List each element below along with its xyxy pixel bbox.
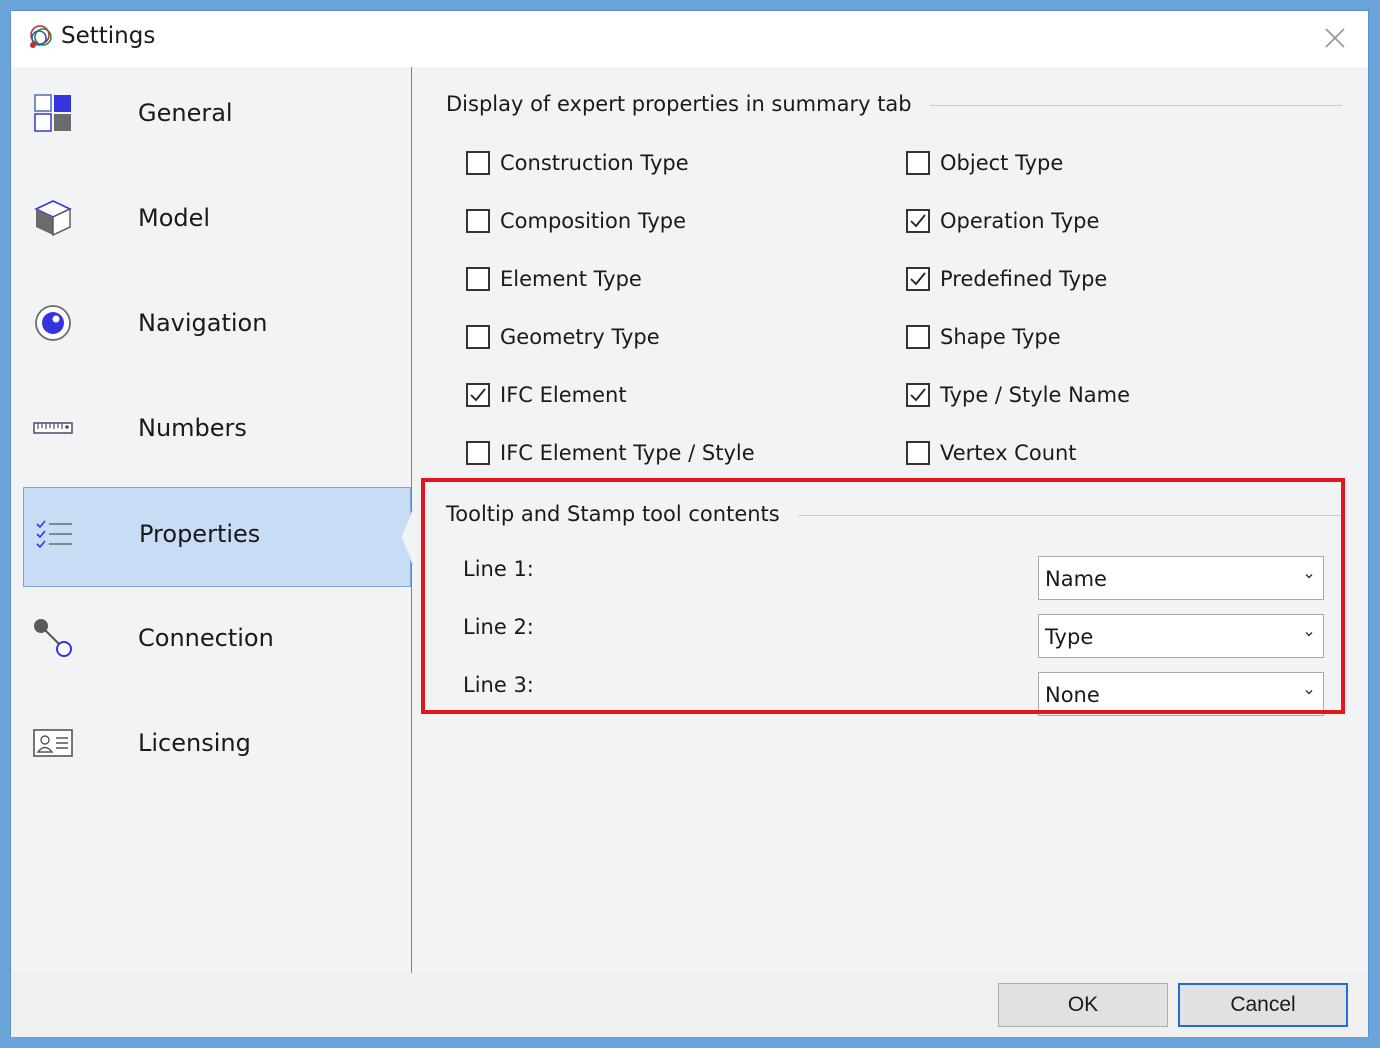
app-logo-icon — [30, 25, 52, 48]
checkbox-label: Type / Style Name — [940, 383, 1131, 407]
sidebar-item-label: Navigation — [138, 309, 268, 337]
checkbox-unchecked-icon[interactable] — [906, 325, 930, 349]
checkbox-label: Geometry Type — [500, 325, 660, 349]
checkbox-unchecked-icon[interactable] — [466, 151, 490, 175]
checkbox-vertex-count[interactable]: Vertex Count — [906, 441, 1077, 465]
connection-icon — [33, 618, 73, 658]
checkbox-label: Predefined Type — [940, 267, 1108, 291]
checkbox-label: Operation Type — [940, 209, 1100, 233]
ok-button[interactable]: OK — [998, 983, 1168, 1027]
expert-properties-heading: Display of expert properties in summary … — [446, 92, 930, 116]
sidebar-item-label: Numbers — [138, 414, 247, 442]
sidebar-item-label: Connection — [138, 624, 274, 652]
sidebar-item-label: Licensing — [138, 729, 251, 757]
window-title: Settings — [61, 23, 156, 49]
sidebar-item-label: General — [138, 99, 233, 127]
checkbox-checked-icon[interactable] — [906, 267, 930, 291]
checkbox-unchecked-icon[interactable] — [466, 209, 490, 233]
checkbox-unchecked-icon[interactable] — [466, 267, 490, 291]
checkbox-label: Element Type — [500, 267, 642, 291]
sidebar-item-properties[interactable]: Properties — [23, 487, 411, 587]
checkbox-checked-icon[interactable] — [906, 383, 930, 407]
checkbox-unchecked-icon[interactable] — [466, 441, 490, 465]
checkbox-ifc-element-type-style[interactable]: IFC Element Type / Style — [466, 441, 755, 465]
checkbox-label: Object Type — [940, 151, 1064, 175]
checkbox-unchecked-icon[interactable] — [906, 441, 930, 465]
dialog-footer: OK Cancel — [11, 973, 1368, 1037]
checkbox-checked-icon[interactable] — [906, 209, 930, 233]
license-card-icon — [33, 723, 73, 763]
checkbox-checked-icon[interactable] — [466, 383, 490, 407]
close-button[interactable] — [1320, 23, 1350, 53]
checkbox-label: Shape Type — [940, 325, 1061, 349]
checkbox-element-type[interactable]: Element Type — [466, 267, 642, 291]
checkbox-ifc-element[interactable]: IFC Element — [466, 383, 627, 407]
checklist-icon — [34, 514, 74, 554]
checkbox-composition-type[interactable]: Composition Type — [466, 209, 686, 233]
checkbox-construction-type[interactable]: Construction Type — [466, 151, 689, 175]
sidebar-item-label: Model — [138, 204, 211, 232]
title-bar: Settings — [11, 11, 1368, 67]
checkbox-label: IFC Element Type / Style — [500, 441, 755, 465]
section-divider — [892, 105, 1342, 106]
highlight-annotation — [421, 478, 1345, 714]
cube-icon — [33, 198, 73, 238]
sidebar-item-licensing[interactable]: Licensing — [23, 697, 411, 797]
sidebar-item-connection[interactable]: Connection — [23, 592, 411, 692]
general-grid-icon — [33, 93, 73, 133]
navigation-icon — [33, 303, 73, 343]
checkbox-unchecked-icon[interactable] — [466, 325, 490, 349]
checkbox-label: Vertex Count — [940, 441, 1077, 465]
checkbox-shape-type[interactable]: Shape Type — [906, 325, 1061, 349]
checkbox-unchecked-icon[interactable] — [906, 151, 930, 175]
sidebar-item-model[interactable]: Model — [23, 172, 411, 272]
sidebar-item-numbers[interactable]: Numbers — [23, 382, 411, 482]
checkbox-label: IFC Element — [500, 383, 627, 407]
checkbox-object-type[interactable]: Object Type — [906, 151, 1063, 175]
cancel-button[interactable]: Cancel — [1178, 983, 1348, 1027]
checkbox-geometry-type[interactable]: Geometry Type — [466, 325, 660, 349]
ruler-icon — [33, 408, 73, 448]
settings-sidebar: General Model Navigation Numbers Propert… — [11, 67, 413, 973]
close-icon — [1325, 28, 1345, 48]
checkbox-label: Construction Type — [500, 151, 689, 175]
checkbox-predefined-type[interactable]: Predefined Type — [906, 267, 1107, 291]
sidebar-item-general[interactable]: General — [23, 67, 411, 167]
checkbox-label: Composition Type — [500, 209, 687, 233]
checkbox-operation-type[interactable]: Operation Type — [906, 209, 1099, 233]
sidebar-item-label: Properties — [139, 520, 261, 548]
checkbox-type-style-name[interactable]: Type / Style Name — [906, 383, 1130, 407]
sidebar-item-navigation[interactable]: Navigation — [23, 277, 411, 377]
